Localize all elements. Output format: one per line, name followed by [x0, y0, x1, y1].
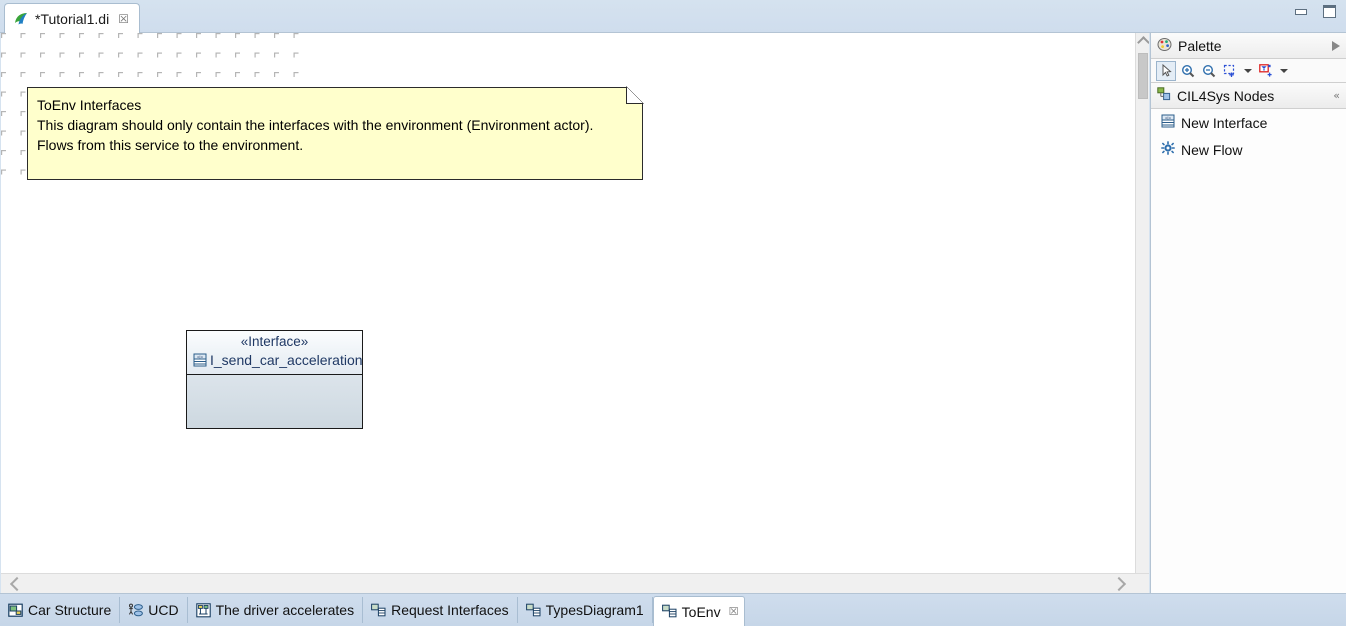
palette-section-cil4sys-nodes[interactable]: CIL4Sys Nodes « [1151, 83, 1346, 109]
palette-section-title: CIL4Sys Nodes [1177, 87, 1275, 104]
window-controls [1292, 4, 1338, 20]
zoom-out-icon [1202, 64, 1216, 77]
papyrus-logo-icon [13, 11, 29, 27]
diagram-tab-ucd[interactable]: UCD [120, 597, 188, 623]
marquee-dropdown-chevron-down-icon[interactable] [1244, 68, 1252, 73]
palette-section-collapse-icon[interactable]: « [1333, 89, 1340, 102]
interface-icon: «I» [1161, 114, 1175, 131]
editor-tab-strip: *Tutorial1.di ☒ [0, 0, 1346, 33]
palette-icon [1157, 37, 1172, 55]
diagram-tab-label: Car Structure [28, 602, 112, 618]
diagram-tab-label: The driver accelerates [215, 602, 355, 618]
palette-item-new-interface[interactable]: «I» New Interface [1151, 109, 1346, 136]
nodes-icon [1157, 87, 1171, 104]
interface-icon: «I» [193, 353, 207, 367]
usecase-diagram-icon [128, 603, 144, 618]
diagram-tab-label: ToEnv [681, 603, 721, 620]
note-line-1: ToEnv Interfaces [37, 97, 142, 113]
diagram-tab-car-structure[interactable]: Car Structure [0, 597, 121, 623]
diagram-canvas[interactable]: ToEnv Interfaces This diagram should onl… [1, 33, 1149, 593]
interface-stereotype: «Interface» [240, 334, 309, 349]
window-maximize-button[interactable] [1320, 4, 1338, 20]
interface-name-row: «I» I_send_car_acceleration [187, 351, 363, 369]
vertical-scroll-thumb[interactable] [1138, 53, 1148, 99]
interface-node[interactable]: «Interface» «I» I_send_car_acceleration [186, 330, 363, 429]
interface-node-header: «Interface» «I» I_send_car_acceleration [187, 331, 363, 375]
palette-item-label: New Flow [1181, 141, 1243, 158]
diagram-tab-typesdiagram1[interactable]: TypesDiagram1 [518, 597, 653, 623]
zoom-in-icon [1181, 64, 1195, 77]
chevron-right-icon [1111, 576, 1127, 592]
interface-node-body [187, 375, 362, 429]
window-minimize-button[interactable] [1292, 4, 1310, 20]
activity-diagram-icon [195, 602, 211, 618]
svg-text:«I»: «I» [1165, 116, 1171, 121]
chevron-up-icon [1137, 36, 1149, 49]
marquee-tool-button[interactable] [1221, 62, 1239, 80]
component-diagram-icon [661, 604, 677, 619]
diagram-tab-the-driver-accelerates[interactable]: The driver accelerates [188, 597, 364, 623]
note-line-2: This diagram should only contain the int… [37, 117, 594, 133]
canvas-horizontal-scrollbar[interactable] [1, 573, 1149, 593]
svg-text:«I»: «I» [197, 355, 203, 360]
palette-item-label: New Interface [1181, 114, 1268, 131]
palette-item-new-flow[interactable]: New Flow [1151, 136, 1346, 163]
diagram-tab-request-interfaces[interactable]: Request Interfaces [363, 597, 518, 623]
arrow-cursor-icon [1162, 64, 1172, 77]
palette-panel: Palette CIL4Sys Nodes « «I» New Interfac… [1150, 33, 1346, 593]
marquee-select-icon [1223, 64, 1235, 77]
select-tool-button[interactable] [1156, 60, 1176, 81]
component-diagram-icon [371, 603, 386, 618]
note-fold-corner [626, 86, 644, 104]
canvas-vertical-scrollbar[interactable] [1135, 33, 1149, 593]
diagram-tab-bar: Car Structure UCD The driver accelerates… [0, 593, 1346, 626]
class-diagram-icon [8, 603, 23, 618]
note-shape[interactable]: ToEnv Interfaces This diagram should onl… [27, 86, 644, 180]
diagram-tab-label: TypesDiagram1 [545, 602, 644, 618]
papyrus-editor-window: *Tutorial1.di ☒ ToEnv Interfaces This di… [0, 0, 1346, 626]
chevron-left-icon [9, 576, 25, 592]
zoom-out-tool-button[interactable] [1200, 62, 1218, 80]
diagram-tab-toenv[interactable]: ToEnv ☒ [652, 596, 746, 626]
scroll-right-button[interactable] [1111, 574, 1129, 593]
editor-tab-close-icon[interactable]: ☒ [118, 13, 129, 25]
palette-expand-icon[interactable] [1332, 40, 1340, 51]
scroll-up-button[interactable] [1136, 33, 1149, 49]
flow-gear-icon [1161, 141, 1175, 158]
palette-toolbar [1151, 59, 1346, 83]
editor-tab-title: *Tutorial1.di [35, 10, 110, 27]
zoom-in-tool-button[interactable] [1179, 62, 1197, 80]
diagram-tab-label: UCD [148, 602, 179, 618]
editor-tab-tutorial1[interactable]: *Tutorial1.di ☒ [4, 3, 140, 33]
diagram-tab-close-icon[interactable]: ☒ [729, 605, 739, 618]
pin-tool-button[interactable] [1257, 62, 1275, 80]
palette-header: Palette [1151, 33, 1346, 59]
diagram-tab-label: Request Interfaces [391, 602, 509, 618]
note-line-3: Flows from this service to the environme… [37, 137, 304, 153]
pin-dropdown-chevron-down-icon[interactable] [1280, 68, 1288, 73]
interface-name: I_send_car_acceleration [210, 352, 363, 368]
pin-elements-icon [1259, 63, 1272, 77]
scroll-left-button[interactable] [7, 574, 25, 593]
component-diagram-icon [525, 603, 541, 618]
palette-title: Palette [1178, 37, 1222, 54]
